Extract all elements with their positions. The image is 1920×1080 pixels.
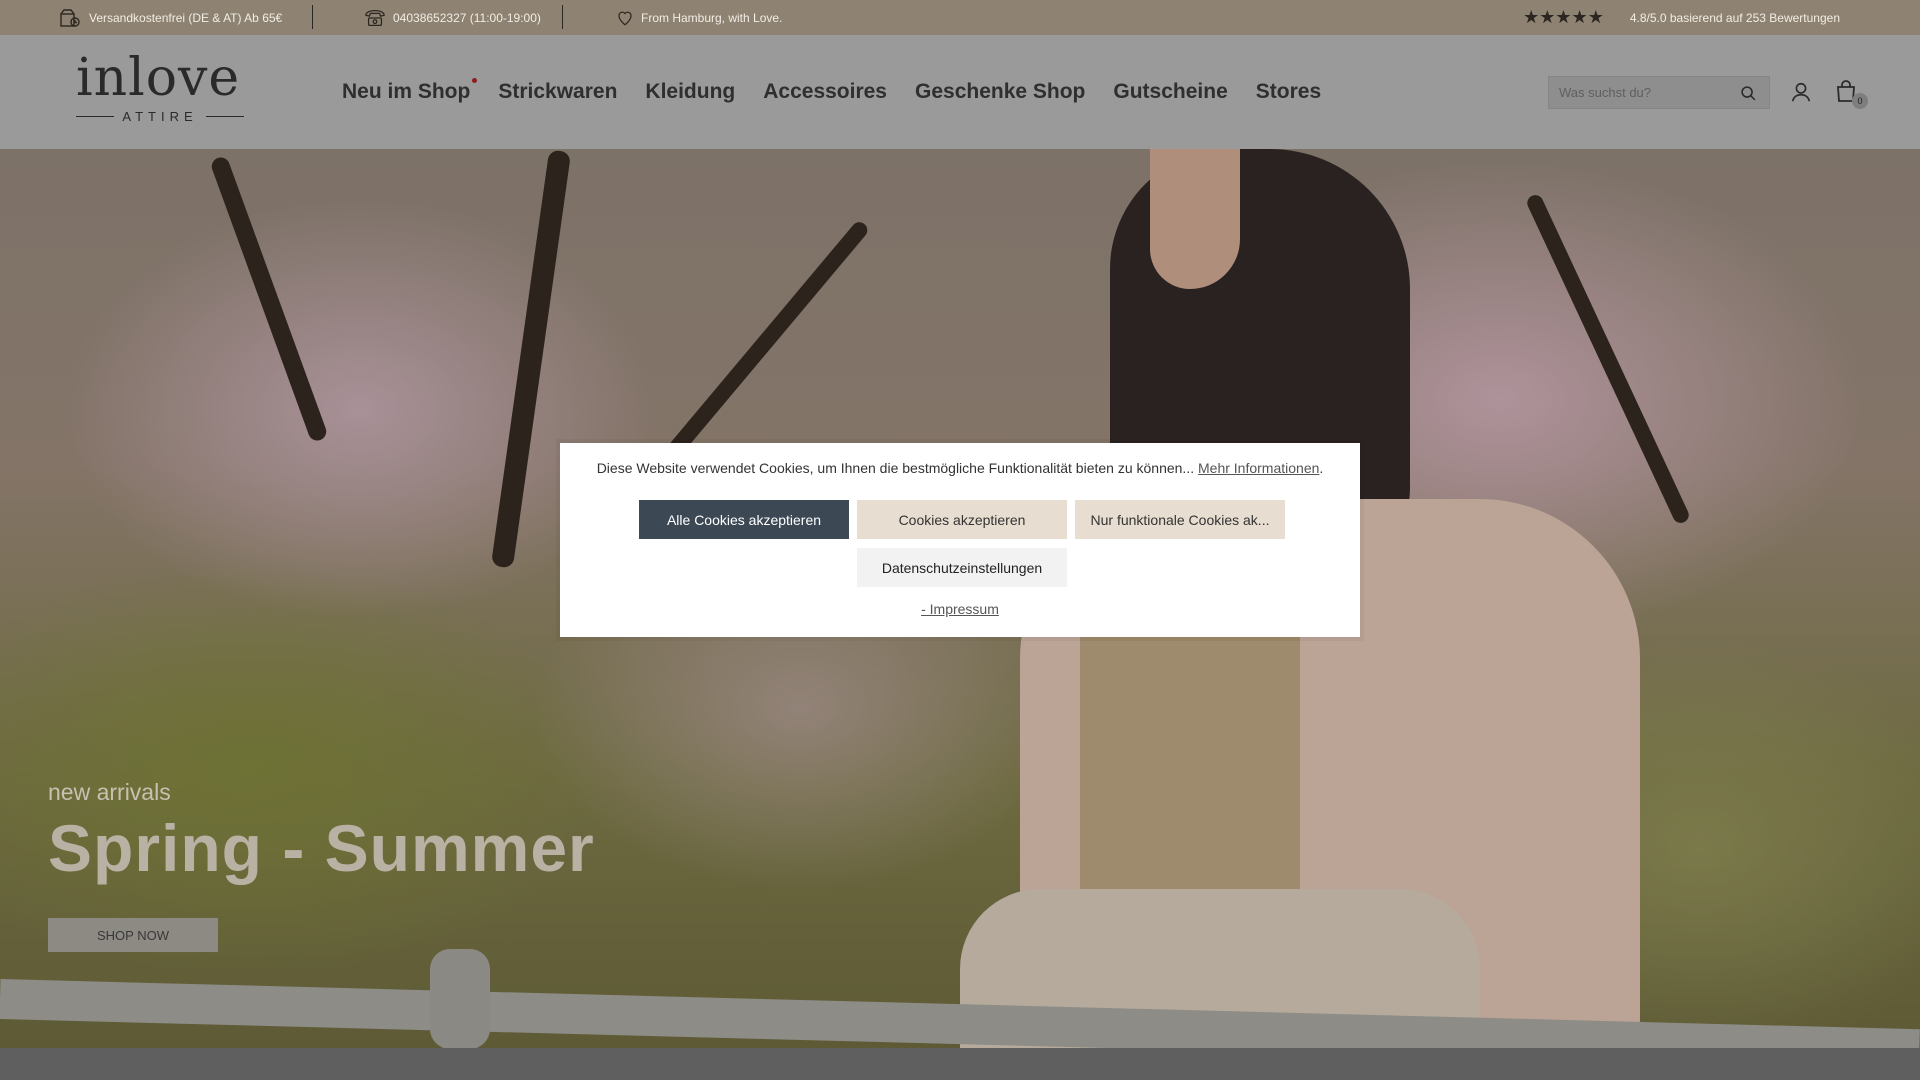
nav-item-neu-im-shop[interactable]: Neu im Shop [342,78,478,104]
search-input[interactable] [1549,85,1729,100]
top-info-bar: Versandkostenfrei (DE & AT) Ab 65€ 04038… [0,0,1920,35]
search-box [1548,76,1770,109]
cookie-consent-dialog: Diese Website verwendet Cookies, um Ihne… [560,443,1360,637]
hero-image-branch [665,218,871,460]
shipping-box-icon [58,6,82,30]
new-indicator-dot [472,78,478,83]
divider [312,5,313,29]
cookie-message-text: Diese Website verwendet Cookies, um Ihne… [596,460,1195,476]
nav-item-stores[interactable]: Stores [1256,80,1321,104]
hero-image-face [1150,149,1240,289]
functional-cookies-button[interactable]: Nur funktionale Cookies ak... [1075,500,1285,539]
phone-info[interactable]: 04038652327 (11:00-19:00) [364,0,541,35]
imprint-link[interactable]: - Impressum [560,601,1360,617]
hero-text: new arrivals Spring - Summer [48,779,595,886]
accept-cookies-button[interactable]: Cookies akzeptieren [857,500,1067,539]
shipping-text: Versandkostenfrei (DE & AT) Ab 65€ [89,10,283,25]
logo[interactable]: inlove ATTIRE [76,51,246,131]
shop-now-button[interactable]: SHOP NOW [48,918,218,952]
account-icon[interactable] [1790,81,1812,108]
cookie-message: Diese Website verwendet Cookies, um Ihne… [596,460,1324,476]
hero-image-branch [1524,192,1692,526]
nav-item-gutscheine[interactable]: Gutscheine [1113,80,1227,104]
nav-item-strickwaren[interactable]: Strickwaren [498,80,617,104]
heart-icon [616,9,634,27]
bottom-strip [0,1048,1920,1080]
main-nav: Neu im Shop Strickwaren Kleidung Accesso… [342,35,1321,149]
more-info-link[interactable]: Mehr Informationen [1198,460,1319,476]
accept-all-cookies-button[interactable]: Alle Cookies akzeptieren [639,500,849,539]
site-header: inlove ATTIRE Neu im Shop Strickwaren Kl… [0,35,1920,149]
phone-text: 04038652327 (11:00-19:00) [393,10,541,25]
hero-kicker: new arrivals [48,779,171,805]
tagline-text: From Hamburg, with Love. [641,10,783,25]
phone-icon [364,8,386,28]
logo-sub: ATTIRE [76,109,245,124]
logo-word: inlove [76,48,241,108]
rating-summary[interactable]: ★★★★★ 4.8/5.0 basierend auf 253 Bewertun… [1523,0,1840,35]
privacy-settings-button[interactable]: Datenschutzeinstellungen [857,548,1067,587]
rating-stars-icon: ★★★★★ [1523,7,1604,27]
logo-sub-text: ATTIRE [122,109,198,124]
hero-title: Spring - Summer [48,811,595,885]
hero-image-post [430,949,490,1048]
cart-count-badge: 0 [1852,93,1868,109]
divider [562,5,563,29]
shipping-info: Versandkostenfrei (DE & AT) Ab 65€ [58,0,282,35]
nav-item-accessoires[interactable]: Accessoires [763,80,887,104]
hero-image-branch [209,154,329,444]
rating-text: 4.8/5.0 basierend auf 253 Bewertungen [1629,10,1840,25]
search-icon[interactable] [1740,85,1757,107]
tagline-info: From Hamburg, with Love. [616,0,782,35]
nav-item-kleidung[interactable]: Kleidung [645,80,735,104]
nav-item-geschenke-shop[interactable]: Geschenke Shop [915,80,1085,104]
